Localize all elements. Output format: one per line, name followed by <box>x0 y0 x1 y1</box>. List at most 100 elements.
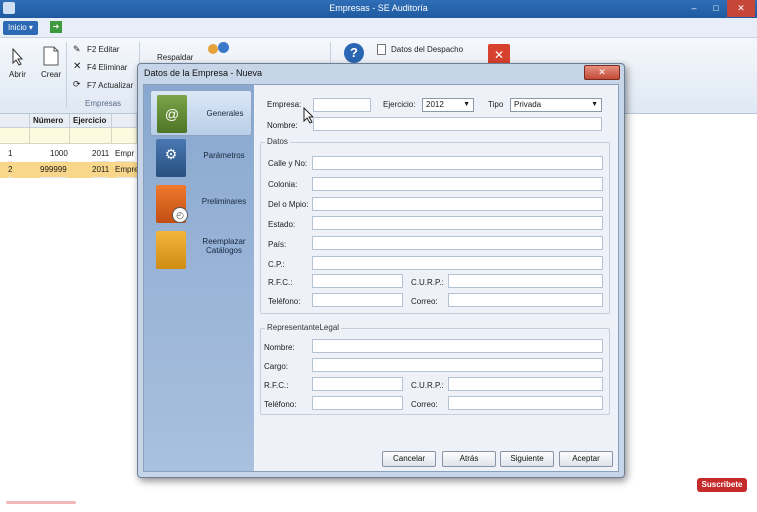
rfc-label: R.F.C.: <box>268 278 293 287</box>
rep-curp-input[interactable] <box>448 377 603 391</box>
editar-label: F2 Editar <box>87 45 120 54</box>
nombre-label: Nombre: <box>267 121 298 130</box>
rfc-input[interactable] <box>312 274 403 288</box>
row-number: 1 <box>8 146 13 162</box>
aceptar-button[interactable]: Aceptar <box>559 451 613 467</box>
close-window-button[interactable]: ✕ <box>727 0 755 17</box>
empresas-group-label: Empresas <box>85 99 122 108</box>
nav-label: Reemplazar Catálogos <box>202 237 246 255</box>
calle-input[interactable] <box>312 156 603 170</box>
cancelar-button[interactable]: Cancelar <box>382 451 436 467</box>
column-header-ejercicio[interactable]: Ejercicio <box>70 114 112 128</box>
cp-label: C.P.: <box>268 260 285 269</box>
nav-label: Parámetros <box>203 151 245 160</box>
del-mpio-label: Del o Mpio: <box>268 200 309 209</box>
minimize-button[interactable]: – <box>683 0 705 17</box>
video-progress-bar[interactable] <box>6 501 76 504</box>
correo-input[interactable] <box>448 293 603 307</box>
crear-label: Crear <box>41 70 62 79</box>
datos-despacho-button[interactable]: Datos del Despacho <box>377 44 477 56</box>
rep-cargo-input[interactable] <box>312 358 603 372</box>
rep-rfc-input[interactable] <box>312 377 403 391</box>
colonia-input[interactable] <box>312 177 603 191</box>
filter-cell[interactable] <box>0 128 30 144</box>
representante-group-title: RepresentanteLegal <box>265 323 342 332</box>
cell-ejercicio: 2011 <box>92 162 110 178</box>
cell-nombre: Empr <box>115 146 135 162</box>
estado-label: Estado: <box>268 220 296 229</box>
nombre-input[interactable] <box>313 117 602 131</box>
cell-numero: 1000 <box>50 146 68 162</box>
telefono-label: Teléfono: <box>268 297 301 306</box>
del-mpio-input[interactable] <box>312 197 603 211</box>
cell-nombre: Empre <box>115 162 139 178</box>
chevron-down-icon: ▼ <box>463 101 470 108</box>
actualizar-button[interactable]: ⟳ F7 Actualizar <box>73 79 135 92</box>
rep-correo-input[interactable] <box>448 396 603 410</box>
nav-item-reemplazar-catalogos[interactable]: Reemplazar Catálogos <box>150 227 252 273</box>
cell-numero: 999999 <box>40 162 67 178</box>
dialog-close-button[interactable]: ✕ <box>584 65 620 80</box>
tipo-select[interactable]: Privada ▼ <box>510 98 602 112</box>
nav-item-parametros[interactable]: ⚙ Parámetros <box>150 135 252 181</box>
rep-cargo-label: Cargo: <box>264 362 289 371</box>
column-header-numero[interactable]: Número <box>30 114 70 128</box>
table-row[interactable]: 1 1000 2011 Empr <box>0 146 137 162</box>
rep-nombre-input[interactable] <box>312 339 603 353</box>
cell-ejercicio: 2011 <box>92 146 110 162</box>
help-icon[interactable]: ? <box>344 43 364 63</box>
correo-label: Correo: <box>411 297 438 306</box>
inicio-menu-button[interactable]: Inicio ▾ <box>3 21 38 35</box>
pais-input[interactable] <box>312 236 603 250</box>
refresh-icon: ⟳ <box>73 79 81 89</box>
rep-correo-label: Correo: <box>411 400 438 409</box>
ribbon-separator <box>66 42 67 108</box>
filter-cell[interactable] <box>70 128 112 144</box>
form-area: Empresa: Ejercicio: 2012 ▼ Tipo Privada … <box>255 85 618 471</box>
cursor-icon <box>12 48 24 66</box>
abrir-button[interactable]: Abrir <box>4 44 32 94</box>
pais-label: País: <box>268 240 287 249</box>
siguiente-button[interactable]: Siguiente <box>500 451 554 467</box>
users-icon[interactable] <box>208 42 232 60</box>
gear-icon: ⚙ <box>156 139 186 177</box>
maximize-button[interactable]: □ <box>705 0 727 17</box>
rep-telefono-input[interactable] <box>312 396 403 410</box>
curp-label: C.U.R.P.: <box>411 278 444 287</box>
nav-label: Generales <box>206 109 244 118</box>
eliminar-label: F4 Eliminar <box>87 63 128 72</box>
ejercicio-label: Ejercicio: <box>383 100 416 109</box>
window-titlebar: Empresas - SE Auditoría – □ ✕ <box>0 0 757 18</box>
actualizar-label: F7 Actualizar <box>87 81 134 90</box>
filter-cell[interactable] <box>112 128 137 144</box>
rep-rfc-label: R.F.C.: <box>264 381 289 390</box>
atras-button[interactable]: Atrás <box>442 451 496 467</box>
chevron-down-icon: ▼ <box>591 101 598 108</box>
rep-nombre-label: Nombre: <box>264 343 295 352</box>
cp-input[interactable] <box>312 256 603 270</box>
column-header-extra[interactable] <box>112 114 137 128</box>
new-document-icon <box>43 46 59 66</box>
telefono-input[interactable] <box>312 293 403 307</box>
datos-empresa-dialog: Datos de la Empresa - Nueva ✕ @ Generale… <box>137 63 625 478</box>
empresa-input[interactable] <box>313 98 371 112</box>
table-row[interactable]: 2 999999 2011 Empre <box>0 162 139 178</box>
ejercicio-select[interactable]: 2012 ▼ <box>422 98 474 112</box>
quick-access-arrow-icon[interactable]: ➔ <box>50 21 62 33</box>
filter-cell[interactable] <box>30 128 70 144</box>
nav-item-preliminares[interactable]: ◴ Preliminares <box>150 181 252 227</box>
datos-group-title: Datos <box>265 137 290 146</box>
crear-button[interactable]: Crear <box>38 44 64 94</box>
curp-input[interactable] <box>448 274 603 288</box>
abrir-label: Abrir <box>9 70 26 79</box>
suscribete-badge[interactable]: Suscribete <box>697 478 747 492</box>
estado-input[interactable] <box>312 216 603 230</box>
empresas-grid: Número Ejercicio 1 1000 2011 Empr 2 9999… <box>0 114 139 178</box>
eliminar-button[interactable]: ✕ F4 Eliminar <box>73 61 133 74</box>
rep-telefono-label: Teléfono: <box>264 400 297 409</box>
editar-button[interactable]: ✎ F2 Editar <box>73 44 133 56</box>
nav-item-generales[interactable]: @ Generales <box>150 90 252 136</box>
delete-x-icon: ✕ <box>73 61 82 72</box>
empresa-label: Empresa: <box>267 100 302 109</box>
at-sign-icon: @ <box>157 95 187 133</box>
